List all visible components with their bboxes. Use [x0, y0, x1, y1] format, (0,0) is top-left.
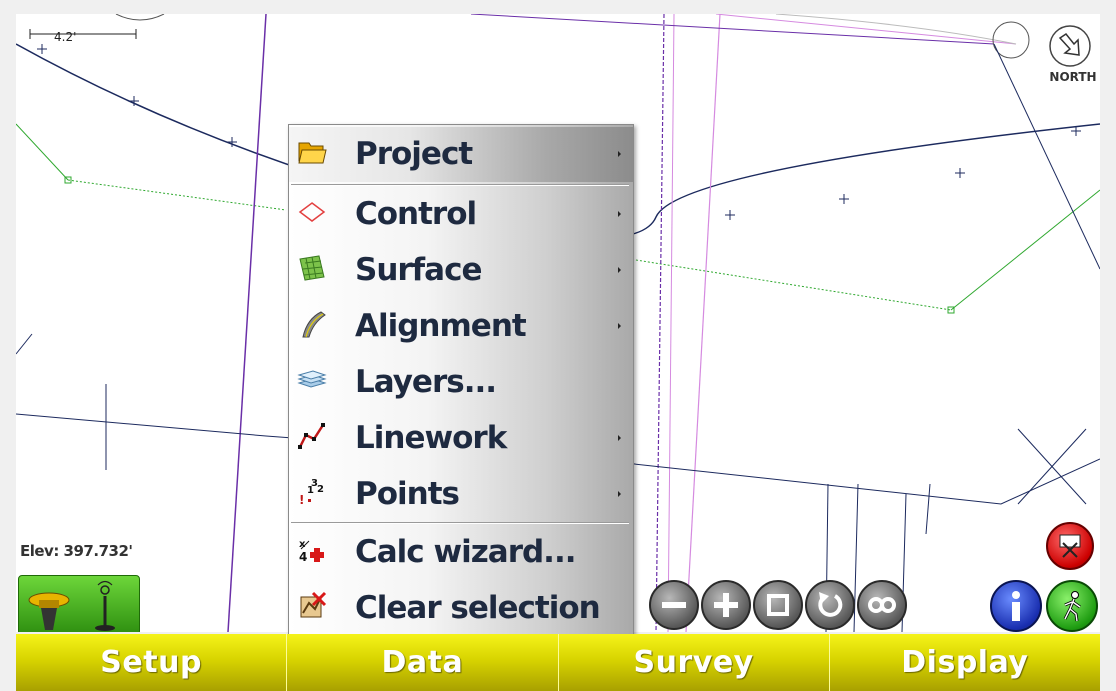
layers-icon [297, 370, 327, 388]
menu-item-linework[interactable]: Linework [289, 411, 633, 466]
elevation-readout: Elev: 397.732' [20, 542, 133, 560]
linework-icon [298, 423, 325, 449]
menu-item-control[interactable]: Control [289, 187, 633, 242]
gnss-status-button[interactable] [18, 575, 140, 632]
tab-data[interactable]: Data [287, 634, 559, 691]
submenu-arrow-icon [618, 323, 621, 329]
zoom-previous-button[interactable] [805, 580, 855, 630]
stop-recording-icon [1059, 534, 1081, 558]
info-button[interactable] [990, 580, 1042, 632]
svg-text:4: 4 [299, 550, 307, 564]
submenu-arrow-icon [618, 435, 621, 441]
alignment-icon [302, 311, 326, 338]
app-window: 4.2' NORTH Elev: 397.732' Project Contro… [0, 0, 1116, 691]
zoom-out-button[interactable] [649, 580, 699, 630]
zoom-toolbar [649, 580, 907, 632]
north-arrow[interactable]: NORTH [1046, 22, 1097, 84]
menu-item-calc-wizard[interactable]: x 4 Calc wizard... [289, 525, 633, 580]
submenu-arrow-icon [618, 211, 621, 217]
bottom-tab-bar: Setup Data Survey Display [16, 634, 1100, 691]
zoom-extents-button[interactable] [857, 580, 907, 630]
menu-item-points[interactable]: ! 1 3 2 Points [289, 467, 633, 522]
tab-setup[interactable]: Setup [16, 634, 288, 691]
zoom-in-icon [714, 593, 738, 617]
scale-label: 4.2' [54, 30, 77, 44]
folder-icon [298, 142, 327, 164]
gnss-receiver-icon [28, 580, 115, 631]
menu-item-surface[interactable]: Surface [289, 243, 633, 298]
tab-display[interactable]: Display [829, 634, 1100, 691]
zoom-in-button[interactable] [701, 580, 751, 630]
svg-text:2: 2 [317, 484, 324, 495]
zoom-window-button[interactable] [753, 580, 803, 630]
zoom-previous-icon [818, 592, 843, 617]
svg-text:!: ! [299, 493, 304, 507]
submenu-arrow-icon [618, 151, 621, 157]
menu-item-layers[interactable]: Layers... [289, 355, 633, 410]
menu-item-project[interactable]: Project [289, 127, 633, 182]
stakeout-walk-button[interactable] [1046, 580, 1098, 632]
zoom-window-icon [767, 594, 789, 616]
control-icon [298, 202, 326, 222]
data-menu: Project Control Surface Alignment Layers… [288, 124, 634, 638]
tab-survey[interactable]: Survey [558, 634, 830, 691]
submenu-arrow-icon [618, 267, 621, 273]
walking-person-icon [1063, 591, 1081, 622]
stop-recording-button[interactable] [1046, 522, 1094, 570]
menu-separator [291, 522, 629, 524]
submenu-arrow-icon [618, 491, 621, 497]
zoom-extents-icon [868, 597, 896, 613]
menu-item-clear-selection[interactable]: Clear selection [289, 581, 633, 636]
north-arrow-icon [1049, 25, 1091, 67]
calc-wizard-icon: x 4 [299, 539, 324, 564]
info-icon [1012, 591, 1020, 621]
zoom-out-icon [662, 602, 686, 608]
surface-icon [299, 255, 325, 281]
north-label: NORTH [1049, 70, 1097, 84]
points-icon: ! 1 3 2 [299, 478, 324, 507]
scale-bar [29, 29, 137, 39]
menu-separator [291, 184, 629, 186]
clear-selection-icon [300, 591, 327, 618]
menu-item-alignment[interactable]: Alignment [289, 299, 633, 354]
